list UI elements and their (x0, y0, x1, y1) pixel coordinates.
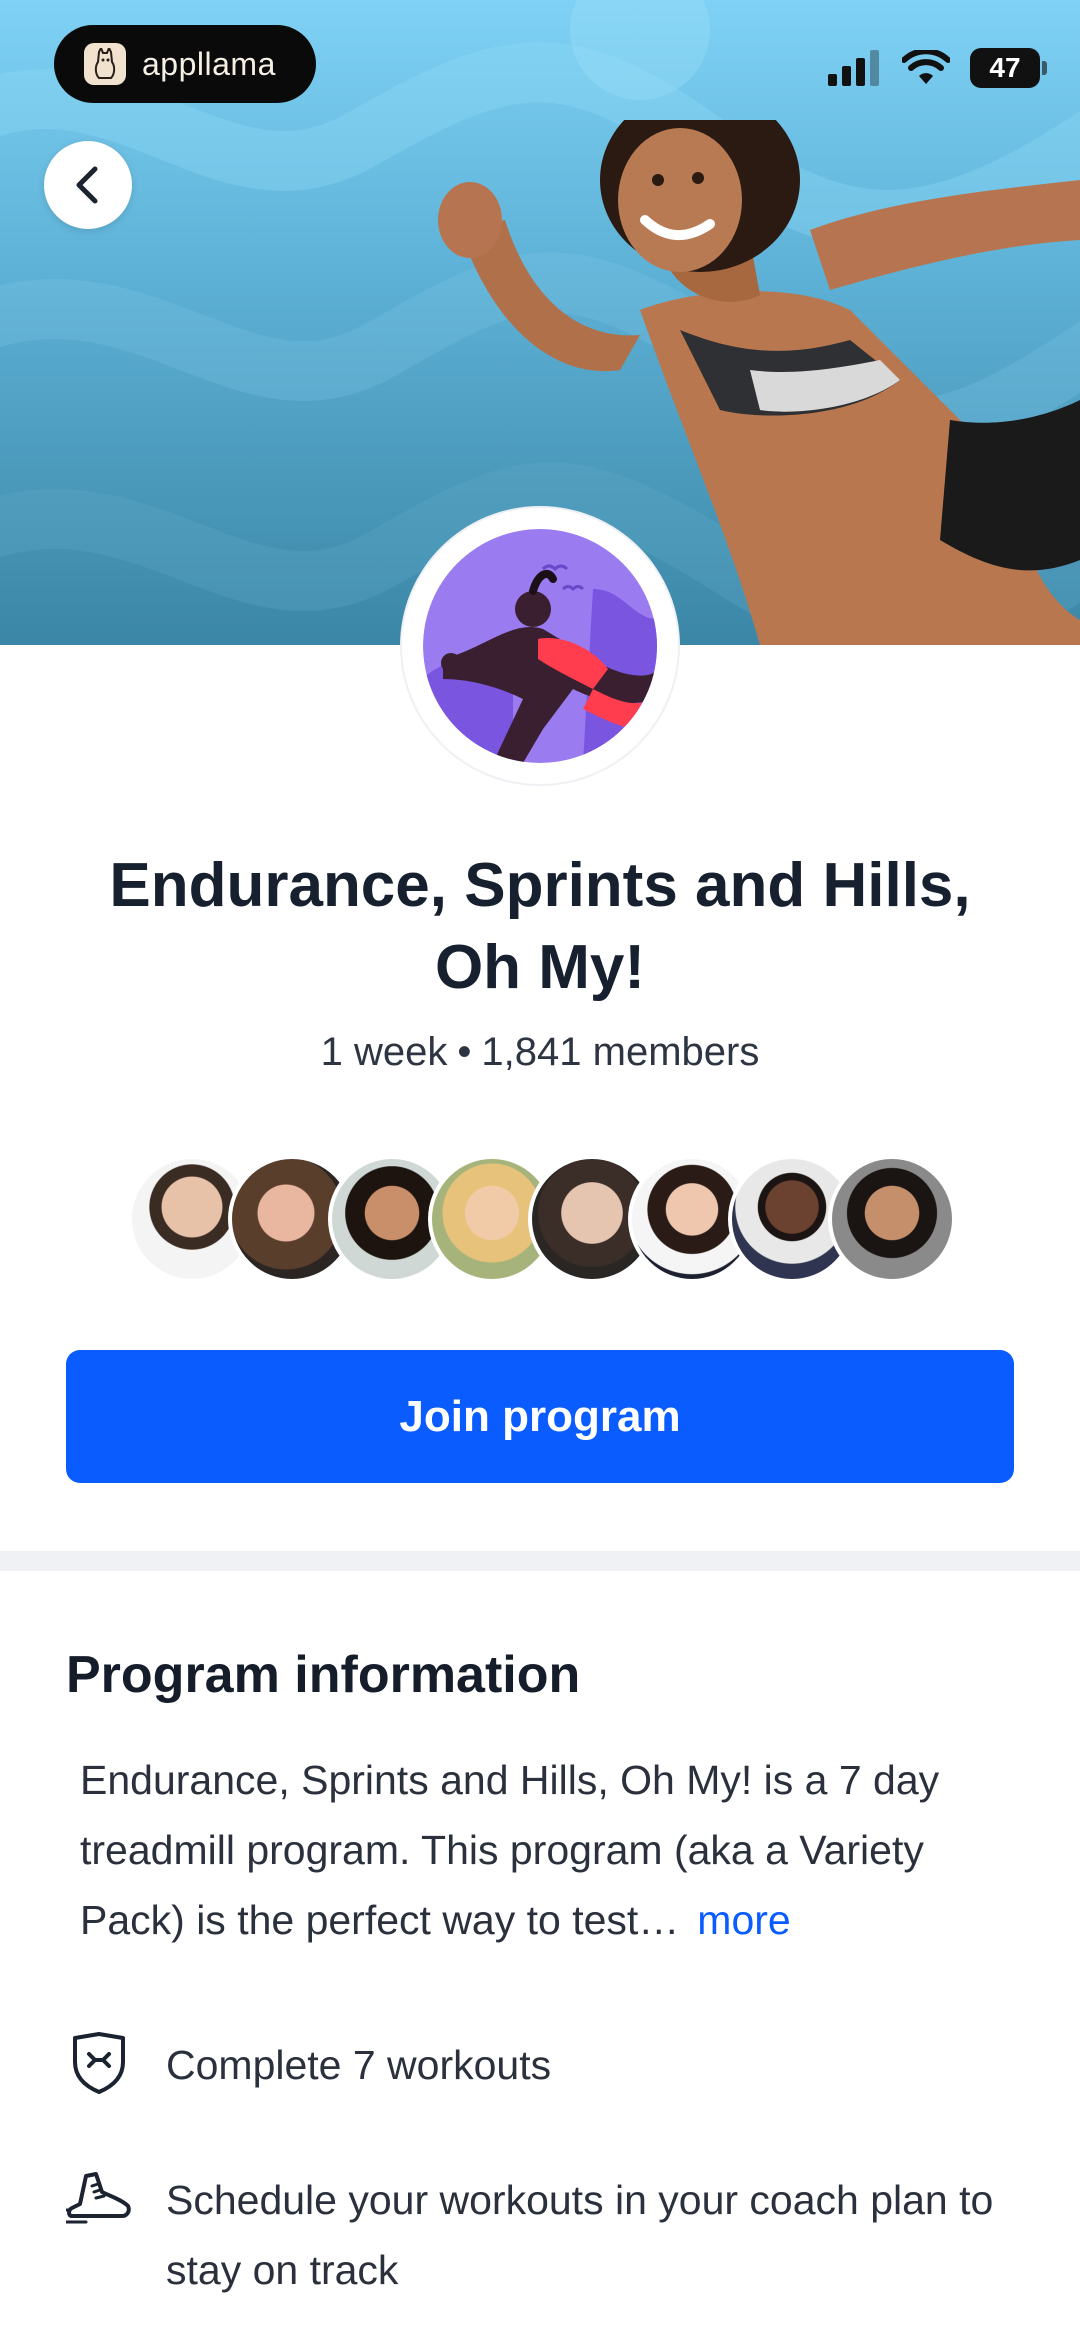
program-meta: 1 week • 1,841 members (0, 1030, 1080, 1075)
feature-text: Complete 7 workouts (166, 2042, 552, 2088)
chevron-left-icon (76, 166, 98, 204)
program-title: Endurance, Sprints and Hills, Oh My! (109, 851, 971, 1002)
status-bar-icons: 47 (828, 48, 1047, 88)
member-avatars[interactable] (128, 1155, 958, 1283)
feature-schedule-workouts: Schedule your workouts in your coach pla… (66, 2165, 1006, 2305)
program-description-text: Endurance, Sprints and Hills, Oh My! is … (80, 1757, 940, 1943)
battery-indicator: 47 (970, 48, 1047, 88)
more-link[interactable]: more (697, 1897, 790, 1943)
meta-separator: • (457, 1030, 472, 1074)
program-badge (402, 508, 678, 784)
wifi-icon (902, 50, 950, 84)
program-duration: 1 week (320, 1030, 448, 1074)
shield-icon (66, 2030, 132, 2096)
appllama-label: appllama (142, 45, 276, 82)
program-member-count: 1,841 members (481, 1030, 760, 1074)
member-avatar (828, 1155, 956, 1283)
appllama-badge: appllama (54, 25, 316, 103)
battery-level: 47 (989, 52, 1021, 83)
back-button[interactable] (44, 141, 132, 229)
running-shoe-icon (66, 2165, 132, 2231)
feature-complete-workouts: Complete 7 workouts (66, 2030, 1006, 2100)
program-information-heading: Program information (66, 1646, 581, 1704)
llama-icon (84, 43, 126, 85)
join-program-button[interactable]: Join program (66, 1350, 1014, 1483)
section-divider (0, 1551, 1080, 1571)
feature-text: Schedule your workouts in your coach pla… (166, 2177, 994, 2293)
program-description: Endurance, Sprints and Hills, Oh My! is … (80, 1745, 1020, 1955)
program-badge-illustration (423, 529, 657, 763)
cellular-signal-icon (828, 50, 879, 86)
